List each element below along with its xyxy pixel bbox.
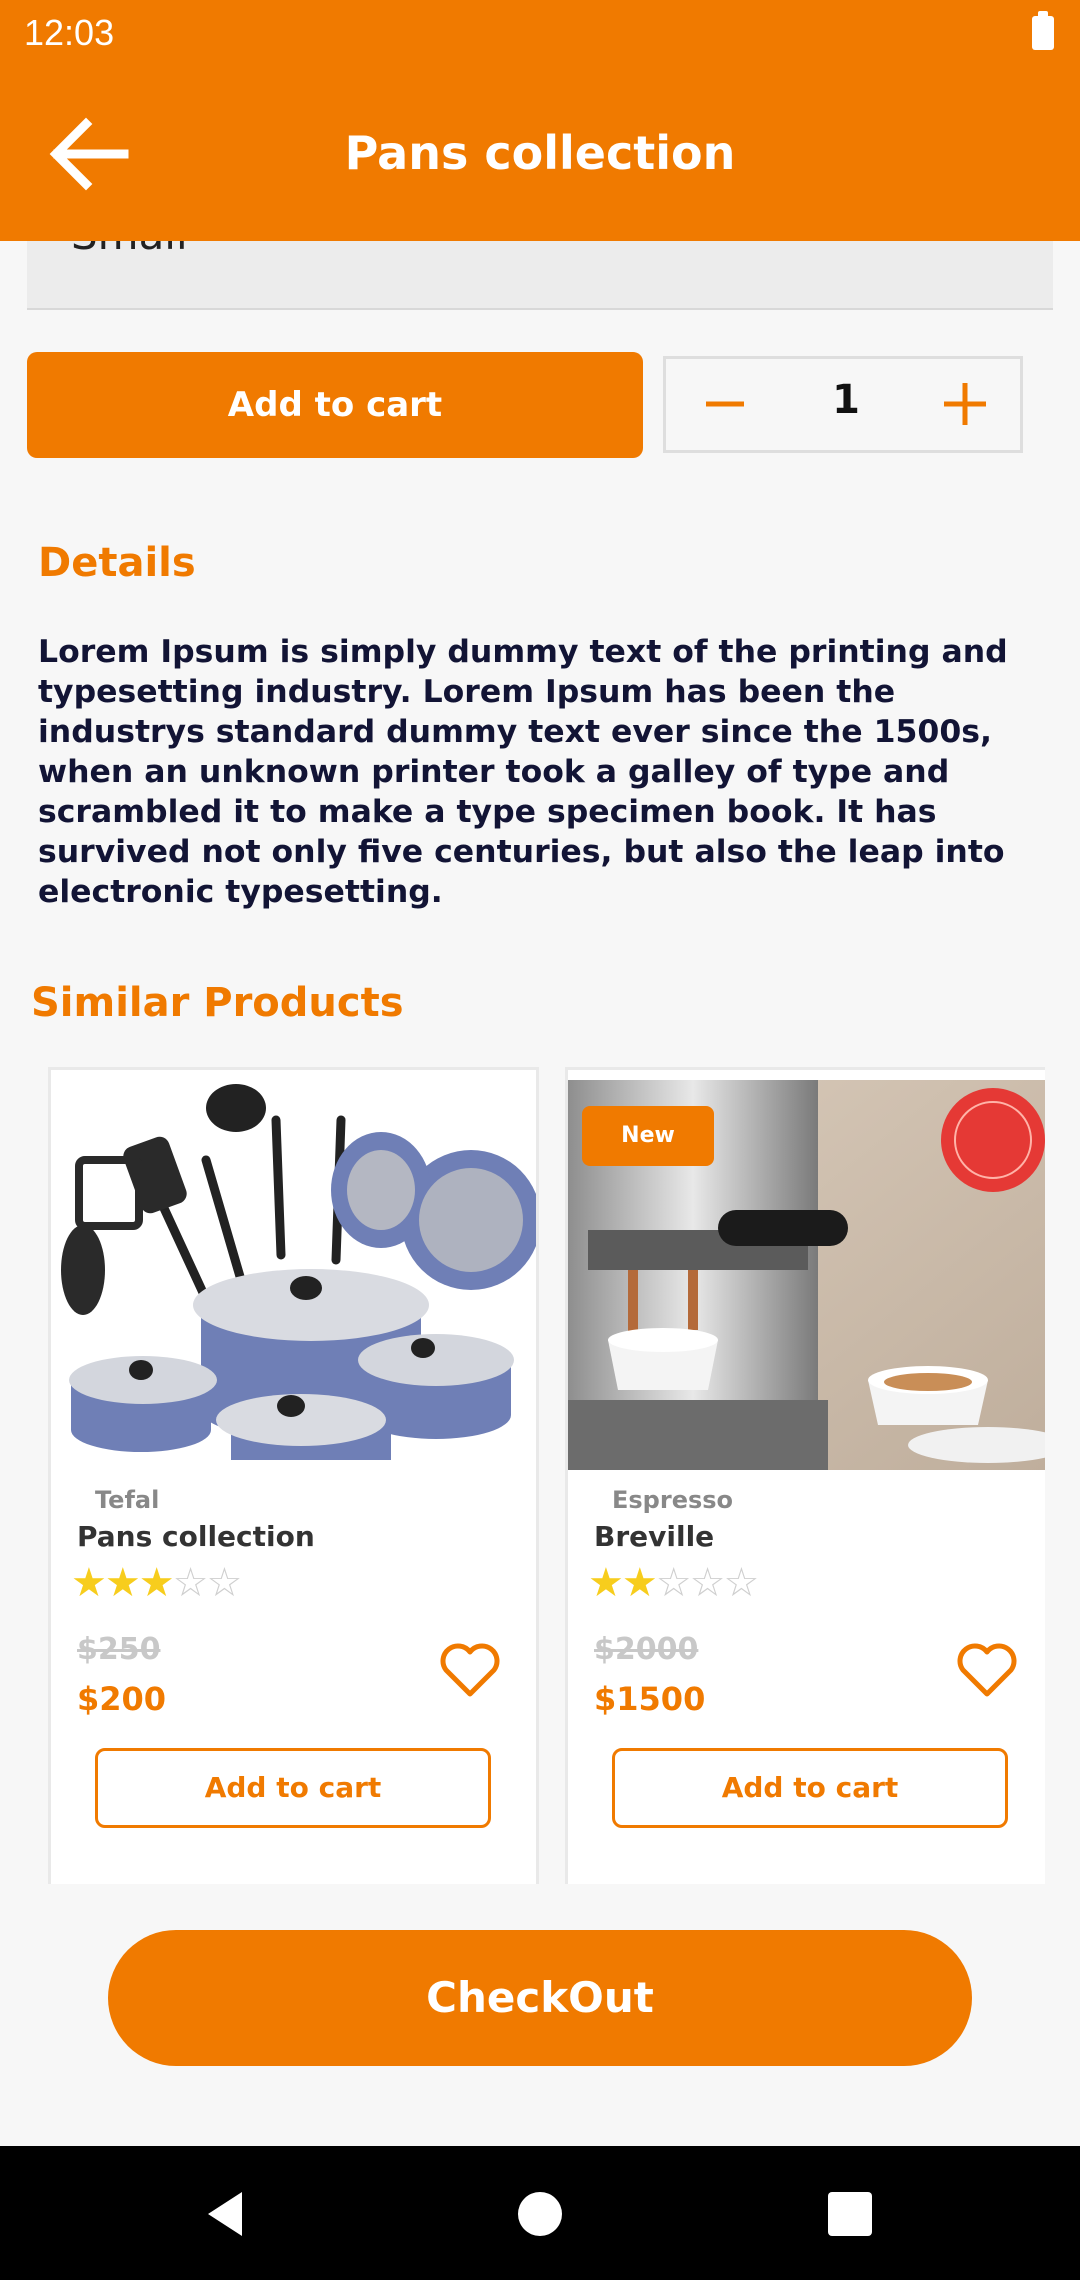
plus-icon[interactable]	[930, 369, 1000, 439]
nav-back-icon[interactable]	[198, 2186, 254, 2242]
nav-home-icon[interactable]	[518, 2192, 562, 2236]
price: $1500	[594, 1680, 706, 1718]
product-brand: Tefal	[95, 1486, 160, 1514]
page-title: Pans collection	[344, 126, 736, 180]
heart-icon[interactable]	[438, 1640, 502, 1700]
heart-icon[interactable]	[955, 1640, 1019, 1700]
star-rating: ★★★☆☆	[71, 1560, 242, 1606]
status-bar: 12:03	[0, 0, 1080, 66]
product-name: Breville	[594, 1520, 715, 1553]
star-filled-icon: ★	[104, 1560, 141, 1606]
card-add-to-cart-button[interactable]: Add to cart	[612, 1748, 1008, 1828]
star-empty-icon: ☆	[172, 1560, 209, 1606]
old-price: $250	[77, 1632, 161, 1667]
product-brand: Espresso	[612, 1486, 734, 1514]
status-time: 12:03	[24, 12, 115, 53]
system-nav-bar	[0, 2146, 1080, 2280]
star-filled-icon: ★	[71, 1560, 107, 1606]
battery-icon	[1032, 11, 1054, 50]
star-empty-icon: ☆	[206, 1560, 242, 1606]
new-badge: New	[582, 1106, 714, 1166]
details-description: Lorem Ipsum is simply dummy text of the …	[38, 634, 1008, 910]
card-add-to-cart-button[interactable]: Add to cart	[95, 1748, 491, 1828]
similar-products-list[interactable]: Tefal Pans collection ★★★☆☆ $250 $200 Ad…	[0, 1062, 1045, 1884]
product-name: Pans collection	[77, 1520, 315, 1553]
price: $200	[77, 1680, 167, 1718]
star-empty-icon: ☆	[689, 1560, 726, 1606]
old-price: $2000	[594, 1632, 699, 1667]
product-image-espresso-machine: New	[568, 1080, 1045, 1470]
product-card[interactable]: New Espresso Breville ★★☆☆☆ $2000 $1500 …	[565, 1067, 1045, 1884]
add-to-cart-button[interactable]: Add to cart	[27, 352, 643, 458]
star-filled-icon: ★	[138, 1560, 175, 1606]
star-filled-icon: ★	[621, 1560, 658, 1606]
details-heading: Details	[38, 540, 196, 586]
quantity-stepper: 1	[663, 356, 1023, 453]
product-image-cookware	[51, 1080, 536, 1470]
app-bar: Pans collection	[0, 66, 1080, 241]
star-empty-icon: ☆	[723, 1560, 759, 1606]
star-empty-icon: ☆	[655, 1560, 692, 1606]
star-rating: ★★☆☆☆	[588, 1560, 759, 1606]
similar-products-heading: Similar Products	[31, 980, 404, 1026]
nav-recents-icon[interactable]	[828, 2192, 872, 2236]
star-filled-icon: ★	[588, 1560, 624, 1606]
checkout-button[interactable]: CheckOut	[108, 1930, 972, 2066]
product-card[interactable]: Tefal Pans collection ★★★☆☆ $250 $200 Ad…	[48, 1067, 539, 1884]
quantity-value: 1	[832, 377, 860, 423]
minus-icon[interactable]	[690, 369, 760, 439]
